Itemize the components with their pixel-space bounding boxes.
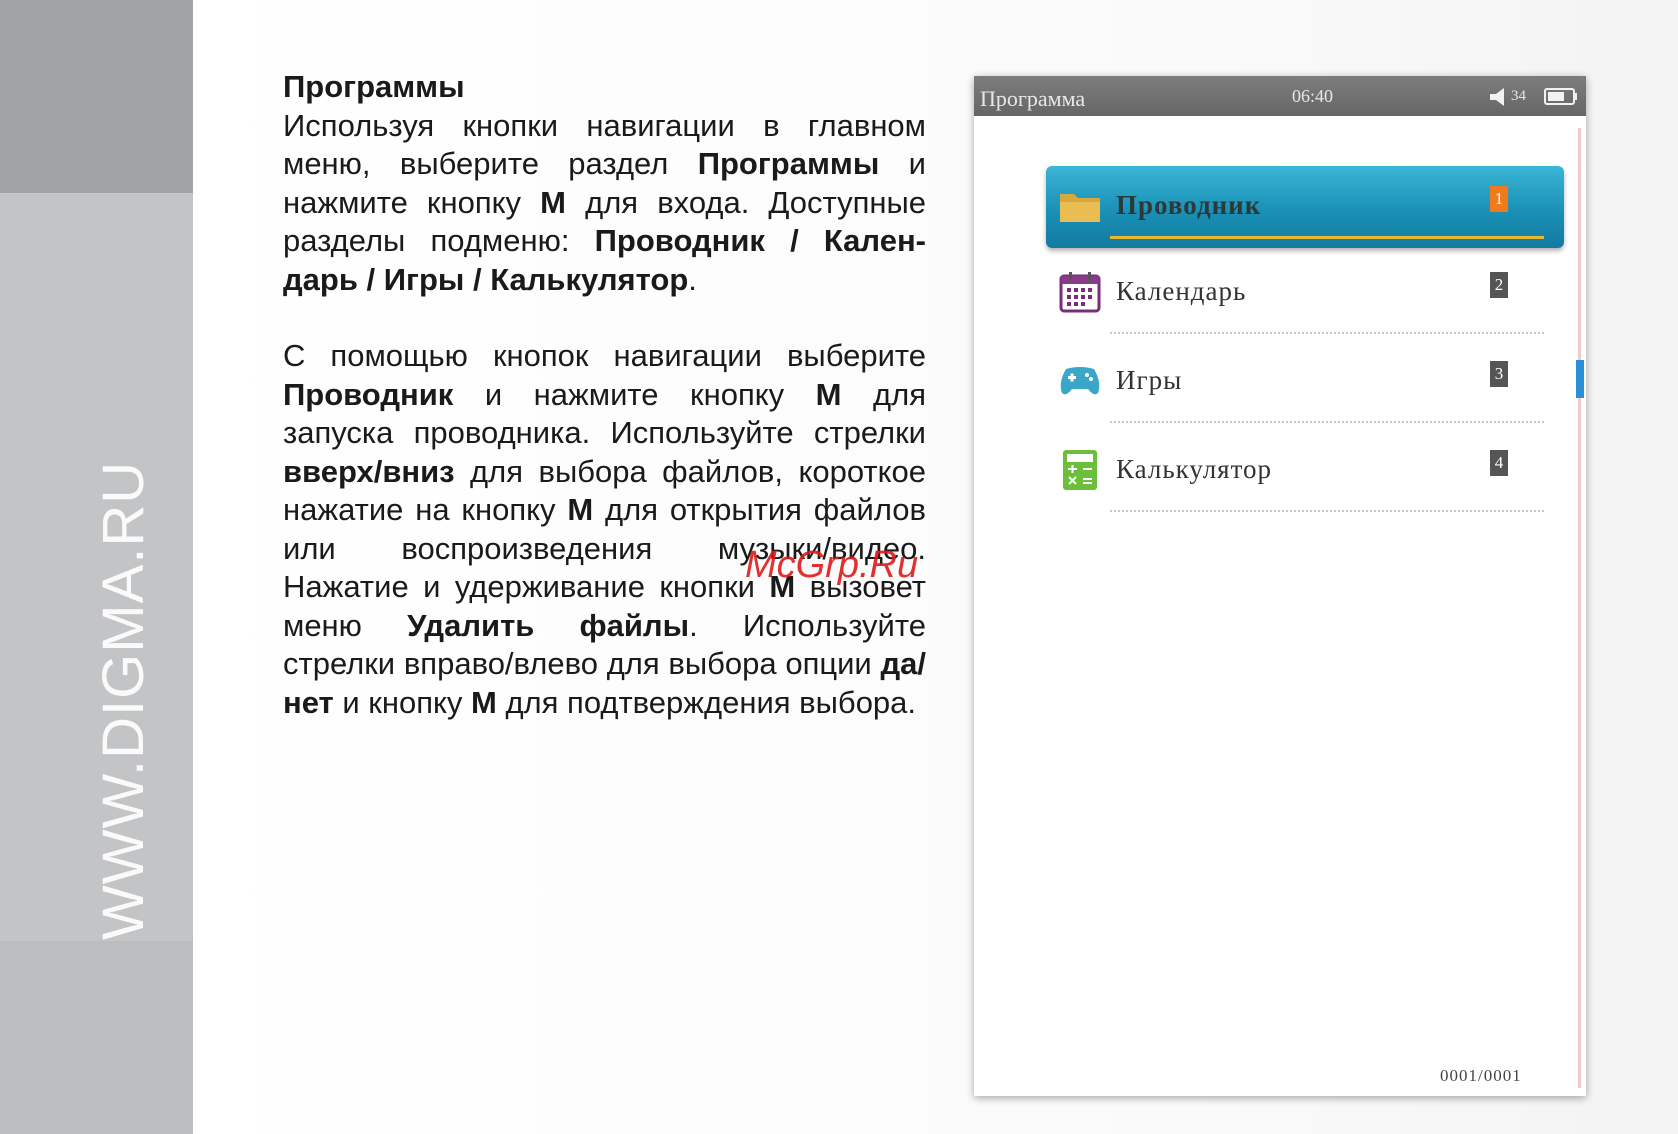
paragraph-2: С помощью кнопок навигации выберите Пров… — [283, 337, 926, 722]
bold-term: M — [815, 376, 842, 412]
status-bar: Программа 06:40 34 — [974, 76, 1586, 116]
menu-item-label: Игры — [1116, 365, 1183, 395]
calculator-icon — [1063, 450, 1097, 490]
menu-item-explorer[interactable]: Проводник 1 — [1046, 166, 1564, 248]
menu-item-label: Календарь — [1116, 276, 1247, 306]
paragraph-1: Используя кнопки навигации в главном мен… — [283, 107, 926, 300]
menu-item-number: 3 — [1490, 361, 1508, 387]
bold-term: M — [471, 684, 497, 720]
watermark: McGrp.Ru — [745, 544, 919, 586]
speaker-icon — [1490, 88, 1504, 106]
scrollbar-track[interactable] — [1578, 128, 1581, 1088]
menu-item-label: Калькулятор — [1116, 454, 1273, 484]
bold-term: M — [567, 492, 594, 527]
sidebar-top-block — [0, 0, 193, 193]
menu-item-calendar[interactable]: Календарь 2 — [1046, 256, 1564, 338]
text-run: . — [688, 261, 697, 297]
menu-item-number: 1 — [1490, 186, 1508, 212]
device-screen: Программа 06:40 34 Проводник 1 Календарь… — [974, 76, 1586, 1096]
menu-item-number: 2 — [1490, 272, 1508, 298]
status-time: 06:40 — [1292, 86, 1334, 106]
menu-item-games[interactable]: Игры 3 — [1046, 345, 1564, 427]
menu-divider — [1110, 421, 1544, 423]
menu-item-label: Проводник — [1116, 190, 1262, 220]
menu-item-number: 4 — [1490, 450, 1508, 476]
gamepad-icon — [1060, 367, 1100, 395]
scrollbar-thumb[interactable] — [1576, 360, 1584, 398]
bold-term: Проводник — [283, 376, 454, 412]
text-run: и кнопку — [333, 684, 472, 720]
selection-underline — [1110, 236, 1544, 239]
bold-term: Удалить файлы — [407, 607, 690, 643]
status-title: Программа — [980, 86, 1086, 111]
left-sidebar: WWW.DIGMA.RU — [0, 0, 193, 1134]
website-url: WWW.DIGMA.RU — [91, 460, 156, 940]
text-run: С помощью кнопок навигации выберите — [283, 338, 926, 373]
menu-item-calculator[interactable]: Калькулятор 4 — [1046, 434, 1564, 516]
bold-term: M — [540, 184, 566, 220]
menu-divider — [1110, 510, 1544, 512]
bold-term: вверх/вниз — [283, 453, 455, 489]
sidebar-bottom-block — [0, 941, 193, 1134]
page-counter: 0001/0001 — [1440, 1066, 1522, 1085]
text-run: для подтверждения выбора. — [496, 684, 917, 720]
volume-level: 34 — [1511, 88, 1526, 104]
battery-icon — [1544, 88, 1577, 105]
folder-icon — [1060, 194, 1100, 222]
section-heading: Программы — [283, 69, 465, 104]
instruction-text: Программы Используя кнопки навигации в г… — [283, 68, 926, 722]
menu-divider — [1110, 332, 1544, 334]
text-run: и нажмите кнопку — [453, 376, 816, 412]
bold-term: Программы — [697, 146, 880, 181]
calendar-icon — [1059, 272, 1101, 313]
